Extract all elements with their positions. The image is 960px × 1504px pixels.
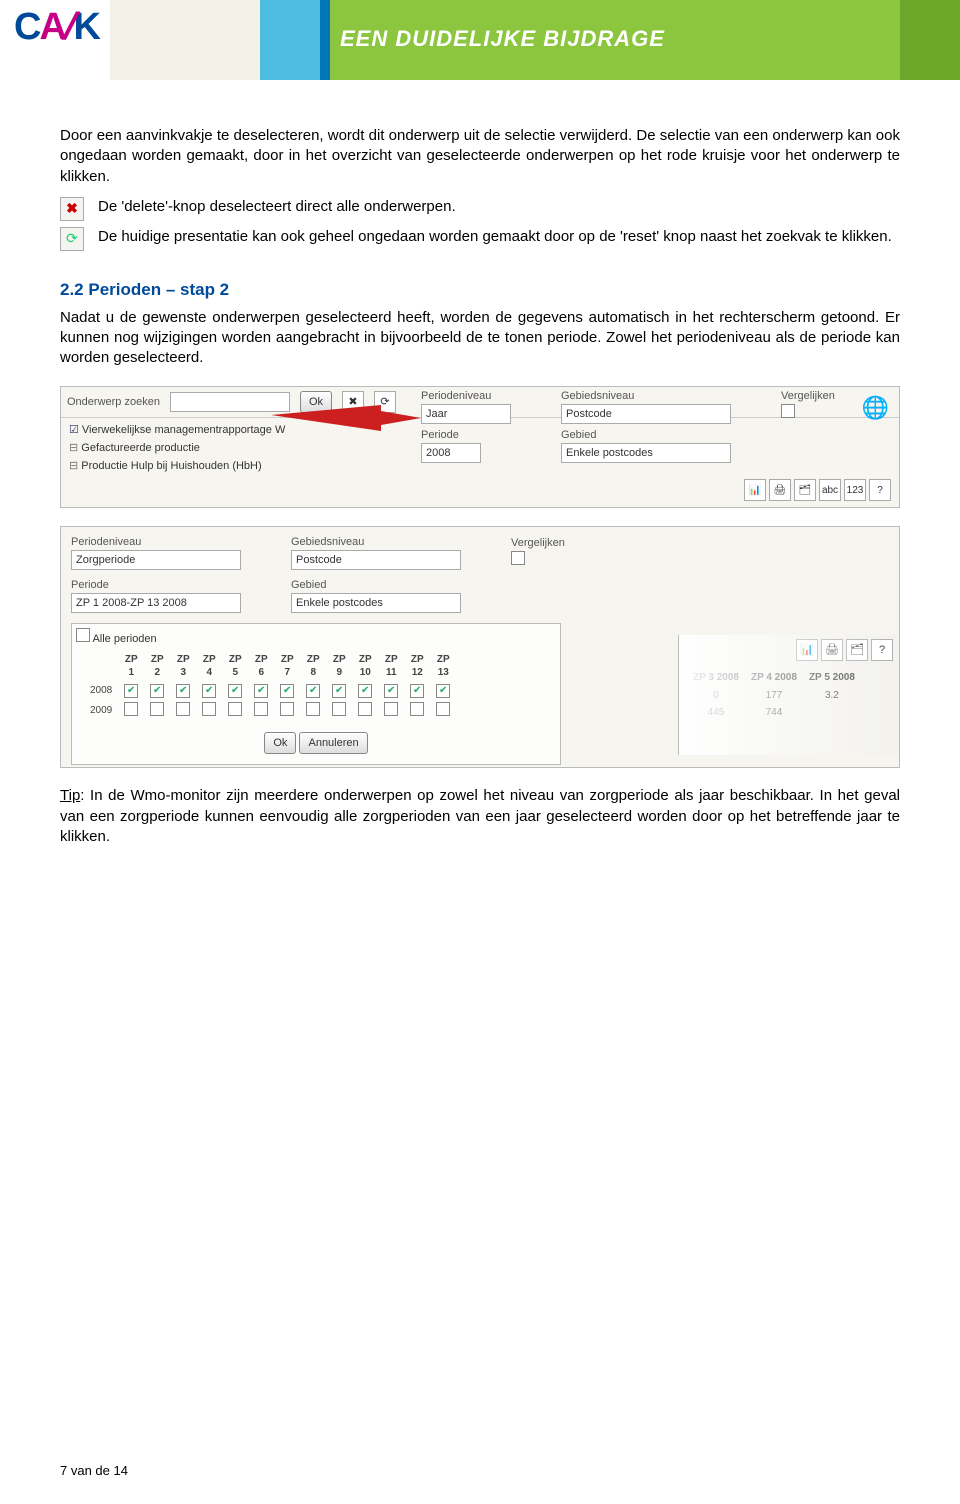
gebied-select[interactable]: Enkele postcodes [291, 593, 461, 613]
paragraph-deselect: Door een aanvinkvakje te deselecteren, w… [60, 126, 900, 187]
zp-col: ZP3 [170, 651, 196, 682]
period-checkbox[interactable] [280, 702, 294, 716]
123-icon[interactable]: 123 [844, 479, 866, 501]
tip-paragraph: Tip: In de Wmo-monitor zijn meerdere ond… [60, 786, 900, 847]
period-checkbox[interactable] [202, 702, 216, 716]
zp-col: ZP2 [144, 651, 170, 682]
period-checkbox[interactable] [254, 702, 268, 716]
zp-col: ZP8 [300, 651, 326, 682]
gebiedsniveau-label: Gebiedsniveau [561, 389, 741, 404]
reset-description: De huidige presentatie kan ook geheel on… [98, 227, 892, 247]
vergelijken-checkbox[interactable] [511, 551, 525, 565]
zp-col: ZP13 [430, 651, 456, 682]
alle-perioden-label: Alle perioden [92, 633, 156, 645]
periode-label: Periode [421, 428, 541, 443]
periodeniveau-select[interactable]: Zorgperiode [71, 550, 241, 570]
periode-label: Periode [71, 578, 281, 593]
ok-button[interactable]: Ok [264, 732, 296, 754]
zp-col: ZP9 [326, 651, 352, 682]
period-checkbox[interactable] [124, 684, 138, 698]
red-arrow [271, 405, 421, 431]
period-checkbox[interactable] [228, 702, 242, 716]
toolbar-icons: 📊 🖨 🗂 abc 123 ? [744, 479, 891, 501]
period-grid: ZP1ZP2ZP3ZP4ZP5ZP6ZP7ZP8ZP9ZP10ZP11ZP12Z… [84, 651, 456, 723]
period-checkbox[interactable] [254, 684, 268, 698]
search-label: Onderwerp zoeken [67, 395, 160, 410]
abc-icon[interactable]: abc [819, 479, 841, 501]
globe-icon[interactable]: 🌐 [862, 393, 889, 423]
heading-perioden: 2.2 Perioden – stap 2 [60, 279, 900, 302]
gebiedsniveau-select[interactable]: Postcode [291, 550, 461, 570]
print-icon[interactable]: 🖨 [769, 479, 791, 501]
periodeniveau-label: Periodeniveau [71, 535, 281, 550]
gebiedsniveau-select[interactable]: Postcode [561, 404, 731, 424]
screenshot-perioden-popup: Periodeniveau Zorgperiode Gebiedsniveau … [60, 526, 900, 768]
period-checkbox[interactable] [332, 684, 346, 698]
period-checkbox[interactable] [228, 684, 242, 698]
delete-icon-row: ✖ De 'delete'-knop deselecteert direct a… [60, 197, 900, 221]
period-checkbox[interactable] [176, 702, 190, 716]
year-label[interactable]: 2008 [84, 682, 118, 700]
vergelijken-checkbox[interactable] [781, 404, 795, 418]
header-banner: CA/K EEN DUIDELIJKE BIJDRAGE [0, 0, 960, 80]
zp-col: ZP11 [378, 651, 404, 682]
tip-label: Tip [60, 787, 80, 804]
period-checkbox[interactable] [124, 702, 138, 716]
fade-overlay [679, 635, 899, 755]
delete-icon: ✖ [60, 197, 84, 221]
periodeniveau-select[interactable]: Jaar [421, 404, 511, 424]
period-checkbox[interactable] [436, 684, 450, 698]
period-checkbox[interactable] [436, 702, 450, 716]
page-footer: 7 van de 14 [60, 1463, 128, 1478]
vergelijken-label: Vergelijken [781, 389, 835, 404]
reset-icon: ⟳ [60, 227, 84, 251]
tagline: EEN DUIDELIJKE BIJDRAGE [340, 26, 665, 52]
period-checkbox[interactable] [410, 684, 424, 698]
logo: CA/K [14, 6, 99, 49]
tip-text: : In de Wmo-monitor zijn meerdere onderw… [60, 787, 900, 845]
zp-col: ZP5 [222, 651, 248, 682]
cancel-button[interactable]: Annuleren [299, 732, 367, 754]
period-checkbox[interactable] [280, 684, 294, 698]
zp-col: ZP12 [404, 651, 430, 682]
screenshot-toolbar: Onderwerp zoeken Ok ✖ ⟳ Vierwekelijkse m… [60, 386, 900, 508]
year-label[interactable]: 2009 [84, 700, 118, 723]
reset-icon-row: ⟳ De huidige presentatie kan ook geheel … [60, 227, 900, 251]
gebied-label: Gebied [291, 578, 501, 593]
export-icon[interactable]: 🗂 [794, 479, 816, 501]
period-checkbox[interactable] [150, 684, 164, 698]
period-checkbox[interactable] [176, 684, 190, 698]
periode-select[interactable]: ZP 1 2008-ZP 13 2008 [71, 593, 241, 613]
zp-col: ZP7 [274, 651, 300, 682]
zp-col: ZP1 [118, 651, 144, 682]
chart-icon[interactable]: 📊 [744, 479, 766, 501]
period-checkbox[interactable] [358, 684, 372, 698]
period-checkbox[interactable] [150, 702, 164, 716]
period-checkbox[interactable] [358, 702, 372, 716]
period-checkbox[interactable] [410, 702, 424, 716]
logo-letter-c: C [14, 6, 39, 48]
vergelijken-label: Vergelijken [511, 536, 661, 551]
help-icon[interactable]: ? [869, 479, 891, 501]
zp-col: ZP4 [196, 651, 222, 682]
period-checkbox[interactable] [384, 702, 398, 716]
periode-select[interactable]: 2008 [421, 443, 481, 463]
period-checkbox[interactable] [384, 684, 398, 698]
gebiedsniveau-label: Gebiedsniveau [291, 535, 501, 550]
delete-description: De 'delete'-knop deselecteert direct all… [98, 197, 456, 217]
zp-col: ZP6 [248, 651, 274, 682]
periodeniveau-label: Periodeniveau [421, 389, 541, 404]
gebied-select[interactable]: Enkele postcodes [561, 443, 731, 463]
paragraph-perioden: Nadat u de gewenste onderwerpen geselect… [60, 308, 900, 369]
gebied-label: Gebied [561, 428, 741, 443]
alle-perioden-checkbox[interactable] [76, 628, 90, 642]
period-checkbox[interactable] [202, 684, 216, 698]
period-checkbox[interactable] [306, 684, 320, 698]
period-checkbox[interactable] [332, 702, 346, 716]
zp-col: ZP10 [352, 651, 378, 682]
period-checkbox[interactable] [306, 702, 320, 716]
